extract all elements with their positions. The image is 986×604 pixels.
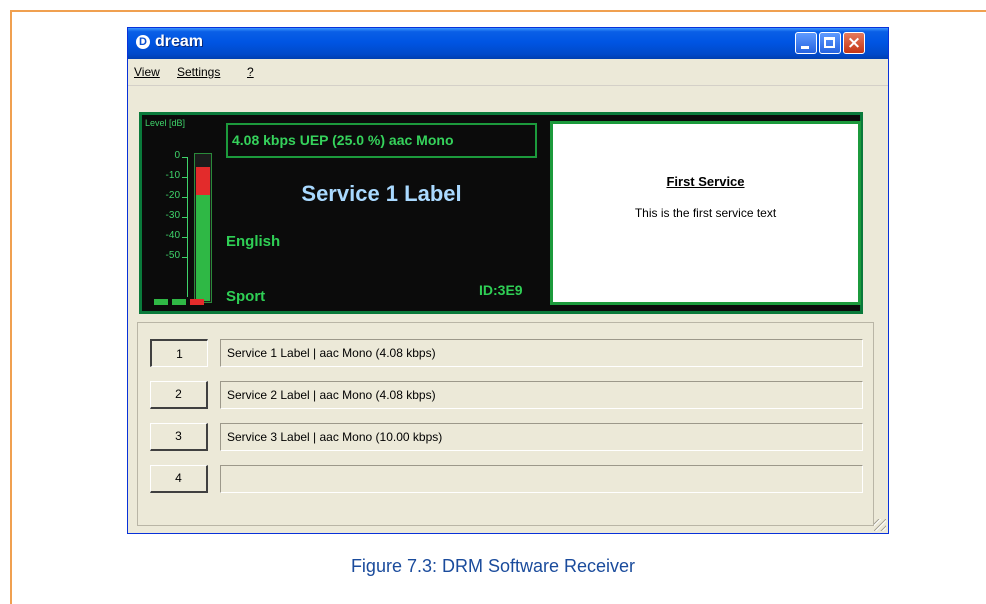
service-selector: 1 Service 1 Label | aac Mono (4.08 kbps)… [137, 322, 874, 526]
close-icon: × [846, 33, 862, 53]
level-scale-line [187, 157, 188, 297]
level-tick: -40 [165, 230, 180, 241]
level-meter-fill [196, 177, 210, 301]
service-description-1: Service 1 Label | aac Mono (4.08 kbps) [220, 339, 863, 367]
text-message-panel: First Service This is the first service … [550, 121, 861, 305]
close-button[interactable]: × [843, 32, 865, 54]
service-description-3: Service 3 Label | aac Mono (10.00 kbps) [220, 423, 863, 451]
level-tick: -20 [165, 190, 180, 201]
service-language: English [226, 233, 281, 250]
menu-help[interactable]: ? [247, 65, 254, 79]
figure-frame-top [10, 10, 986, 12]
text-message-title: First Service [666, 174, 745, 189]
service-description-2: Service 2 Label | aac Mono (4.08 kbps) [220, 381, 863, 409]
minimize-icon [801, 46, 809, 49]
status-led [154, 299, 168, 305]
dream-app-icon: D [136, 35, 150, 49]
level-meter [194, 153, 212, 303]
service-button-1[interactable]: 1 [150, 339, 208, 367]
window-title: dream [155, 33, 204, 50]
menu-settings[interactable]: Settings [177, 65, 220, 79]
text-message-body: This is the first service text [634, 206, 777, 220]
level-meter-peak [196, 167, 210, 195]
figure-caption: Figure 7.3: DRM Software Receiver [350, 556, 636, 576]
current-service-label: Service 1 Label [301, 181, 462, 206]
level-tick: -10 [165, 170, 180, 181]
level-tick: -30 [165, 210, 180, 221]
program-type: Sport [226, 288, 266, 305]
bitrate-info: 4.08 kbps UEP (25.0 %) aac Mono [226, 123, 537, 158]
receiver-display: Level [dB] 0 -10 -20 -30 -40 -50 4.08 kb… [139, 112, 863, 314]
status-led [190, 299, 204, 305]
service-id: ID:3E9 [479, 282, 523, 298]
minimize-button[interactable] [795, 32, 817, 54]
service-button-2[interactable]: 2 [150, 381, 208, 409]
menu-view[interactable]: View [134, 65, 160, 79]
level-label: Level [dB] [145, 118, 186, 128]
title-bar[interactable]: D dream × [128, 28, 888, 59]
level-tick: -50 [165, 250, 180, 261]
maximize-button[interactable] [819, 32, 841, 54]
status-led [172, 299, 186, 305]
menu-bar: View Settings ? [128, 59, 888, 86]
app-window: D dream × View Settings ? Level [dB] 0 -… [127, 27, 889, 534]
maximize-icon [824, 37, 835, 48]
resize-grip[interactable] [874, 519, 886, 531]
level-tick: 0 [174, 150, 180, 161]
figure-frame-left [10, 10, 12, 604]
service-description-4 [220, 465, 863, 493]
service-button-4[interactable]: 4 [150, 465, 208, 493]
service-button-3[interactable]: 3 [150, 423, 208, 451]
